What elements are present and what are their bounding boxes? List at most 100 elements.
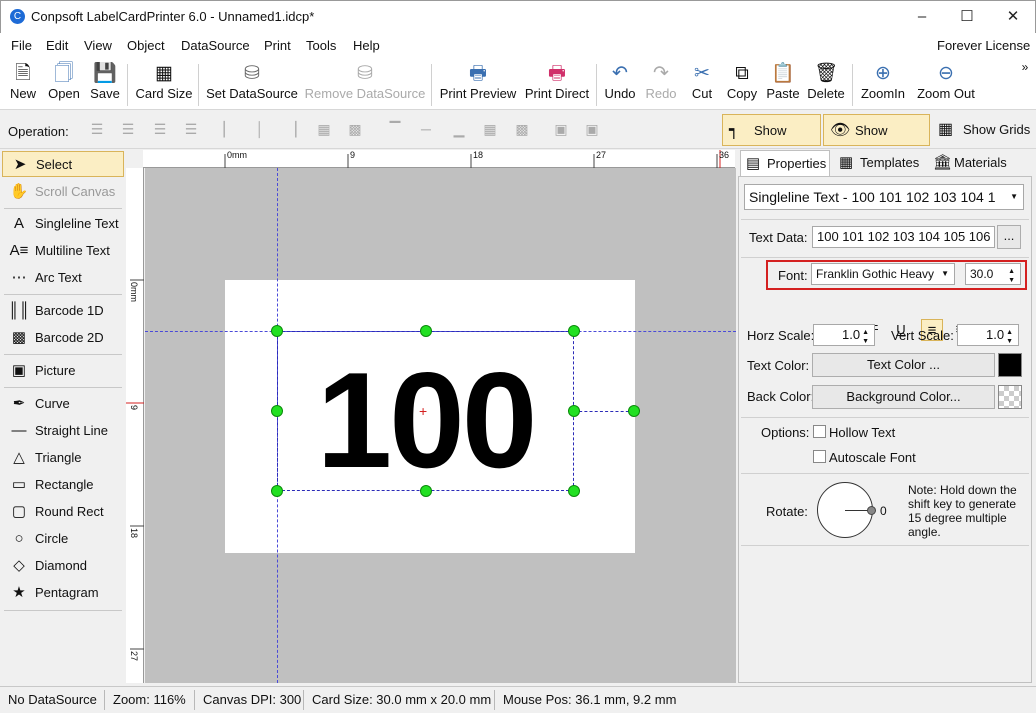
minimize-button[interactable]: – (899, 1, 945, 32)
print-preview-button[interactable]: 🖶 Print Preview (438, 62, 518, 108)
text-color-button[interactable]: Text Color ... (812, 353, 995, 377)
rotate-dial-knob[interactable] (867, 506, 876, 515)
same-size-icon[interactable]: ▣ (551, 121, 571, 139)
resize-handle-right[interactable] (568, 405, 580, 417)
resize-handle-top[interactable] (420, 325, 432, 337)
tool-select[interactable]: ➤ Select (2, 151, 124, 177)
font-size-spinner[interactable]: 30.0 ▲ ▼ (965, 263, 1021, 285)
align-middle-icon[interactable]: ─ (416, 121, 436, 139)
rotate-dial[interactable] (817, 482, 876, 538)
set-datasource-button[interactable]: ⛁ Set DataSource (205, 62, 299, 108)
align-right-icon[interactable]: ▕ (281, 121, 301, 139)
paste-button[interactable]: 📋 Paste (765, 62, 801, 108)
bring-to-front-icon[interactable]: ☰ (87, 121, 107, 139)
resize-handle-left[interactable] (271, 405, 283, 417)
resize-handle-bottom[interactable] (420, 485, 432, 497)
hollow-text-checkbox[interactable] (813, 425, 826, 438)
resize-handle-top-right[interactable] (568, 325, 580, 337)
show-ruler-toggle[interactable]: ┑Show Ruler (722, 114, 821, 170)
tab-materials[interactable]: 🏛 Materials (928, 150, 1012, 176)
triangle-icon: △ (13, 449, 25, 466)
maximize-button[interactable]: ☐ (944, 1, 990, 32)
same-width-icon[interactable]: ▣ (582, 121, 602, 139)
transparent-color-swatch[interactable] (998, 385, 1022, 409)
font-name-select[interactable]: Franklin Gothic Heavy ▼ (811, 263, 955, 285)
font-name-value: Franklin Gothic Heavy (816, 267, 935, 281)
close-button[interactable]: ✕ (990, 1, 1036, 32)
send-backward-icon[interactable]: ☰ (150, 121, 170, 139)
diamond-icon: ◇ (13, 557, 25, 574)
menu-tools[interactable]: Tools (306, 38, 336, 53)
zoom-in-button[interactable]: ⊕ ZoomIn (858, 62, 908, 108)
save-button[interactable]: 💾 Save (88, 62, 122, 108)
show-grids-toggle[interactable]: ▦ Show Grids (932, 114, 1034, 146)
align-left-icon[interactable]: ▏ (219, 121, 239, 139)
distribute-h-icon[interactable]: ▦ (314, 121, 334, 139)
bring-forward-icon[interactable]: ☰ (118, 121, 138, 139)
design-canvas[interactable]: 100 + (145, 168, 736, 683)
tab-properties[interactable]: ▤ Properties (740, 150, 830, 176)
resize-handle-bottom-left[interactable] (271, 485, 283, 497)
barcode-icon: ║║ (8, 302, 30, 319)
tool-straight-line[interactable]: — Straight Line (2, 418, 124, 444)
open-button[interactable]: 🗍 Open (45, 62, 83, 108)
background-color-button[interactable]: Background Color... (812, 385, 995, 409)
autoscale-font-checkbox[interactable] (813, 450, 826, 463)
menu-datasource[interactable]: DataSource (181, 38, 250, 53)
tool-triangle-label: Triangle (35, 450, 82, 465)
print-direct-button[interactable]: 🖶 Print Direct (522, 62, 592, 108)
object-selector[interactable]: Singleline Text - 100 101 102 103 104 1 ▼ (744, 184, 1024, 210)
zoom-out-button[interactable]: ⊖ Zoom Out (914, 62, 978, 108)
space-v-icon[interactable]: ▩ (512, 121, 532, 139)
tool-circle[interactable]: ○ Circle (2, 526, 124, 552)
tool-curve[interactable]: ✒ Curve (2, 391, 124, 417)
rotate-handle[interactable] (628, 405, 640, 417)
distribute-v-icon[interactable]: ▦ (480, 121, 500, 139)
remove-datasource-button[interactable]: ⛁ Remove DataSource (304, 62, 426, 108)
tool-round-rect[interactable]: ▢ Round Rect (2, 499, 124, 525)
space-h-icon[interactable]: ▩ (345, 121, 365, 139)
menu-print[interactable]: Print (264, 38, 291, 53)
menu-object[interactable]: Object (127, 38, 165, 53)
new-button[interactable]: 🗎 New (6, 62, 40, 108)
tool-multiline-text[interactable]: A≡ Multiline Text (2, 238, 124, 264)
text-color-swatch[interactable] (998, 353, 1022, 377)
copy-button[interactable]: ⧉ Copy (724, 62, 760, 108)
tool-barcode-1d[interactable]: ║║ Barcode 1D (2, 298, 124, 324)
vert-scale-spinner[interactable]: 1.0 ▲ ▼ (957, 324, 1019, 346)
show-guides-toggle[interactable]: 👁Show Guides (823, 114, 930, 170)
vertical-ruler[interactable]: 0mm 9 18 27 (126, 168, 144, 683)
send-to-back-icon[interactable]: ☰ (181, 121, 201, 139)
undo-button[interactable]: ↶ Undo (602, 62, 638, 108)
tool-arc-text[interactable]: ⋯ Arc Text (2, 265, 124, 291)
resize-handle-bottom-right[interactable] (568, 485, 580, 497)
tool-pentagram[interactable]: ★ Pentagram (2, 580, 124, 606)
tool-scroll-canvas[interactable]: ✋ Scroll Canvas (2, 179, 124, 205)
text-data-field[interactable]: 100 101 102 103 104 105 106 1( (812, 226, 995, 248)
tab-templates[interactable]: ▦ Templates (834, 150, 924, 176)
align-center-icon[interactable]: │ (250, 121, 270, 139)
horz-scale-spinner[interactable]: 1.0 ▲ ▼ (813, 324, 875, 346)
tool-diamond[interactable]: ◇ Diamond (2, 553, 124, 579)
menu-view[interactable]: View (84, 38, 112, 53)
app-icon: C (10, 9, 25, 24)
resize-handle-top-left[interactable] (271, 325, 283, 337)
tool-picture[interactable]: ▣ Picture (2, 358, 124, 384)
horizontal-ruler[interactable]: 0mm 9 18 27 36 (143, 150, 735, 168)
card-size-button[interactable]: ▦ Card Size (134, 62, 194, 108)
tool-rectangle[interactable]: ▭ Rectangle (2, 472, 124, 498)
align-top-icon[interactable]: ▔ (385, 121, 405, 139)
align-bottom-icon[interactable]: ▁ (449, 121, 469, 139)
delete-button[interactable]: 🗑 Delete (806, 62, 846, 108)
text-data-edit-button[interactable]: ... (997, 225, 1021, 249)
toolbar-overflow-button[interactable]: » (1018, 60, 1032, 106)
tool-triangle[interactable]: △ Triangle (2, 445, 124, 471)
cut-button[interactable]: ✂ Cut (688, 62, 716, 108)
redo-button[interactable]: ↷ Redo (644, 62, 678, 108)
tool-barcode-2d[interactable]: ▩ Barcode 2D (2, 325, 124, 351)
operation-bar: Operation: ☰ ☰ ☰ ☰ ▏ │ ▕ ▦ ▩ ▔ ─ ▁ ▦ ▩ ▣… (0, 112, 1036, 170)
menu-edit[interactable]: Edit (46, 38, 68, 53)
menu-help[interactable]: Help (353, 38, 380, 53)
tool-singleline-text[interactable]: A Singleline Text (2, 211, 124, 237)
menu-file[interactable]: File (11, 38, 32, 53)
